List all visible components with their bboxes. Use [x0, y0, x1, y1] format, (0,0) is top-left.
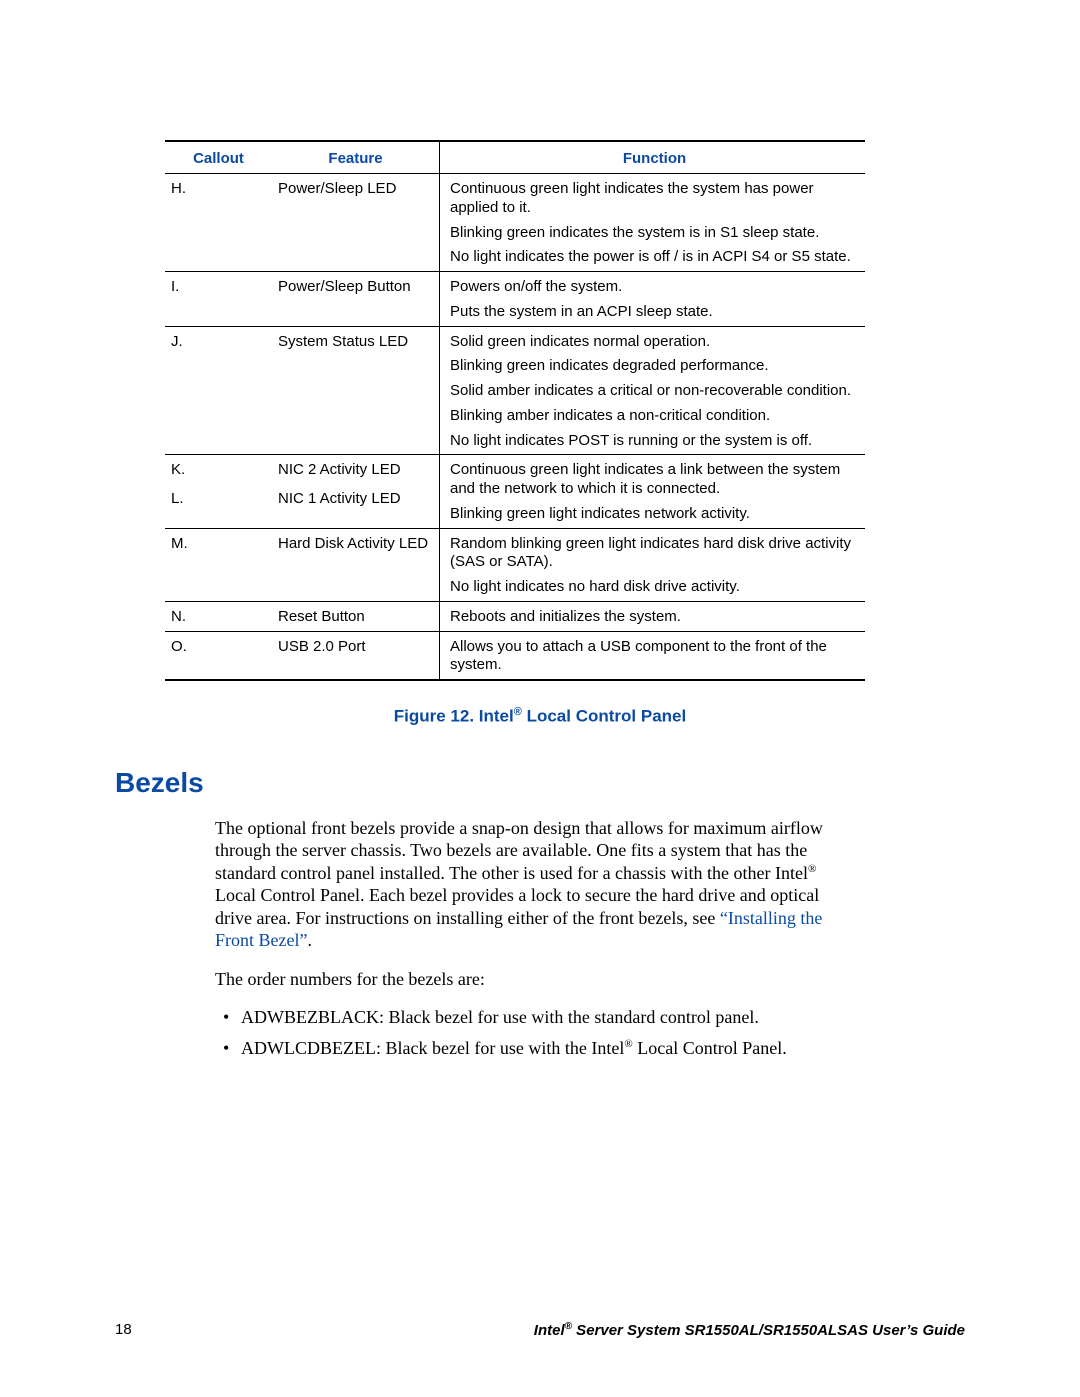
cell-callout: O. [165, 631, 272, 680]
table-row: H.Power/Sleep LEDContinuous green light … [165, 174, 865, 272]
cell-callout: M. [165, 528, 272, 601]
table-row: I.Power/Sleep ButtonPowers on/off the sy… [165, 272, 865, 327]
cell-callout: H. [165, 174, 272, 272]
th-callout: Callout [165, 141, 272, 174]
th-function: Function [440, 141, 866, 174]
bullet-1: ADWBEZBLACK: Black bezel for use with th… [215, 1006, 835, 1029]
cell-function: Continuous green light indicates the sys… [440, 174, 866, 272]
footer: 18 Intel® Server System SR1550AL/SR1550A… [115, 1321, 965, 1339]
th-feature: Feature [272, 141, 440, 174]
page: Callout Feature Function H.Power/Sleep L… [0, 0, 1080, 1397]
page-number: 18 [115, 1321, 132, 1338]
cell-function: Continuous green light indicates a link … [440, 455, 866, 528]
table-row: O.USB 2.0 PortAllows you to attach a USB… [165, 631, 865, 680]
table-row: M.Hard Disk Activity LEDRandom blinking … [165, 528, 865, 601]
cell-feature: Power/Sleep Button [272, 272, 440, 327]
cell-callout: K.L. [165, 455, 272, 528]
cell-function: Solid green indicates normal operation.B… [440, 326, 866, 455]
feature-table: Callout Feature Function H.Power/Sleep L… [165, 140, 865, 681]
cell-feature: Hard Disk Activity LED [272, 528, 440, 601]
bullet-2: ADWLCDBEZEL: Black bezel for use with th… [215, 1037, 835, 1060]
table-row: N.Reset ButtonReboots and initializes th… [165, 601, 865, 631]
footer-title: Intel® Server System SR1550AL/SR1550ALSA… [534, 1321, 965, 1339]
cell-callout: I. [165, 272, 272, 327]
body-text: The optional front bezels provide a snap… [215, 817, 835, 1060]
cell-function: Allows you to attach a USB component to … [440, 631, 866, 680]
cell-function: Random blinking green light indicates ha… [440, 528, 866, 601]
figure-caption: Figure 12. Intel® Local Control Panel [115, 706, 965, 727]
cell-callout: N. [165, 601, 272, 631]
cell-function: Powers on/off the system.Puts the system… [440, 272, 866, 327]
table-row: K.L.NIC 2 Activity LEDNIC 1 Activity LED… [165, 455, 865, 528]
para-2: The order numbers for the bezels are: [215, 968, 835, 991]
cell-feature: USB 2.0 Port [272, 631, 440, 680]
cell-feature: NIC 2 Activity LEDNIC 1 Activity LED [272, 455, 440, 528]
cell-feature: System Status LED [272, 326, 440, 455]
cell-function: Reboots and initializes the system. [440, 601, 866, 631]
cell-feature: Power/Sleep LED [272, 174, 440, 272]
table-row: J.System Status LEDSolid green indicates… [165, 326, 865, 455]
cell-feature: Reset Button [272, 601, 440, 631]
section-heading-bezels: Bezels [115, 767, 965, 799]
para-1: The optional front bezels provide a snap… [215, 817, 835, 952]
cell-callout: J. [165, 326, 272, 455]
